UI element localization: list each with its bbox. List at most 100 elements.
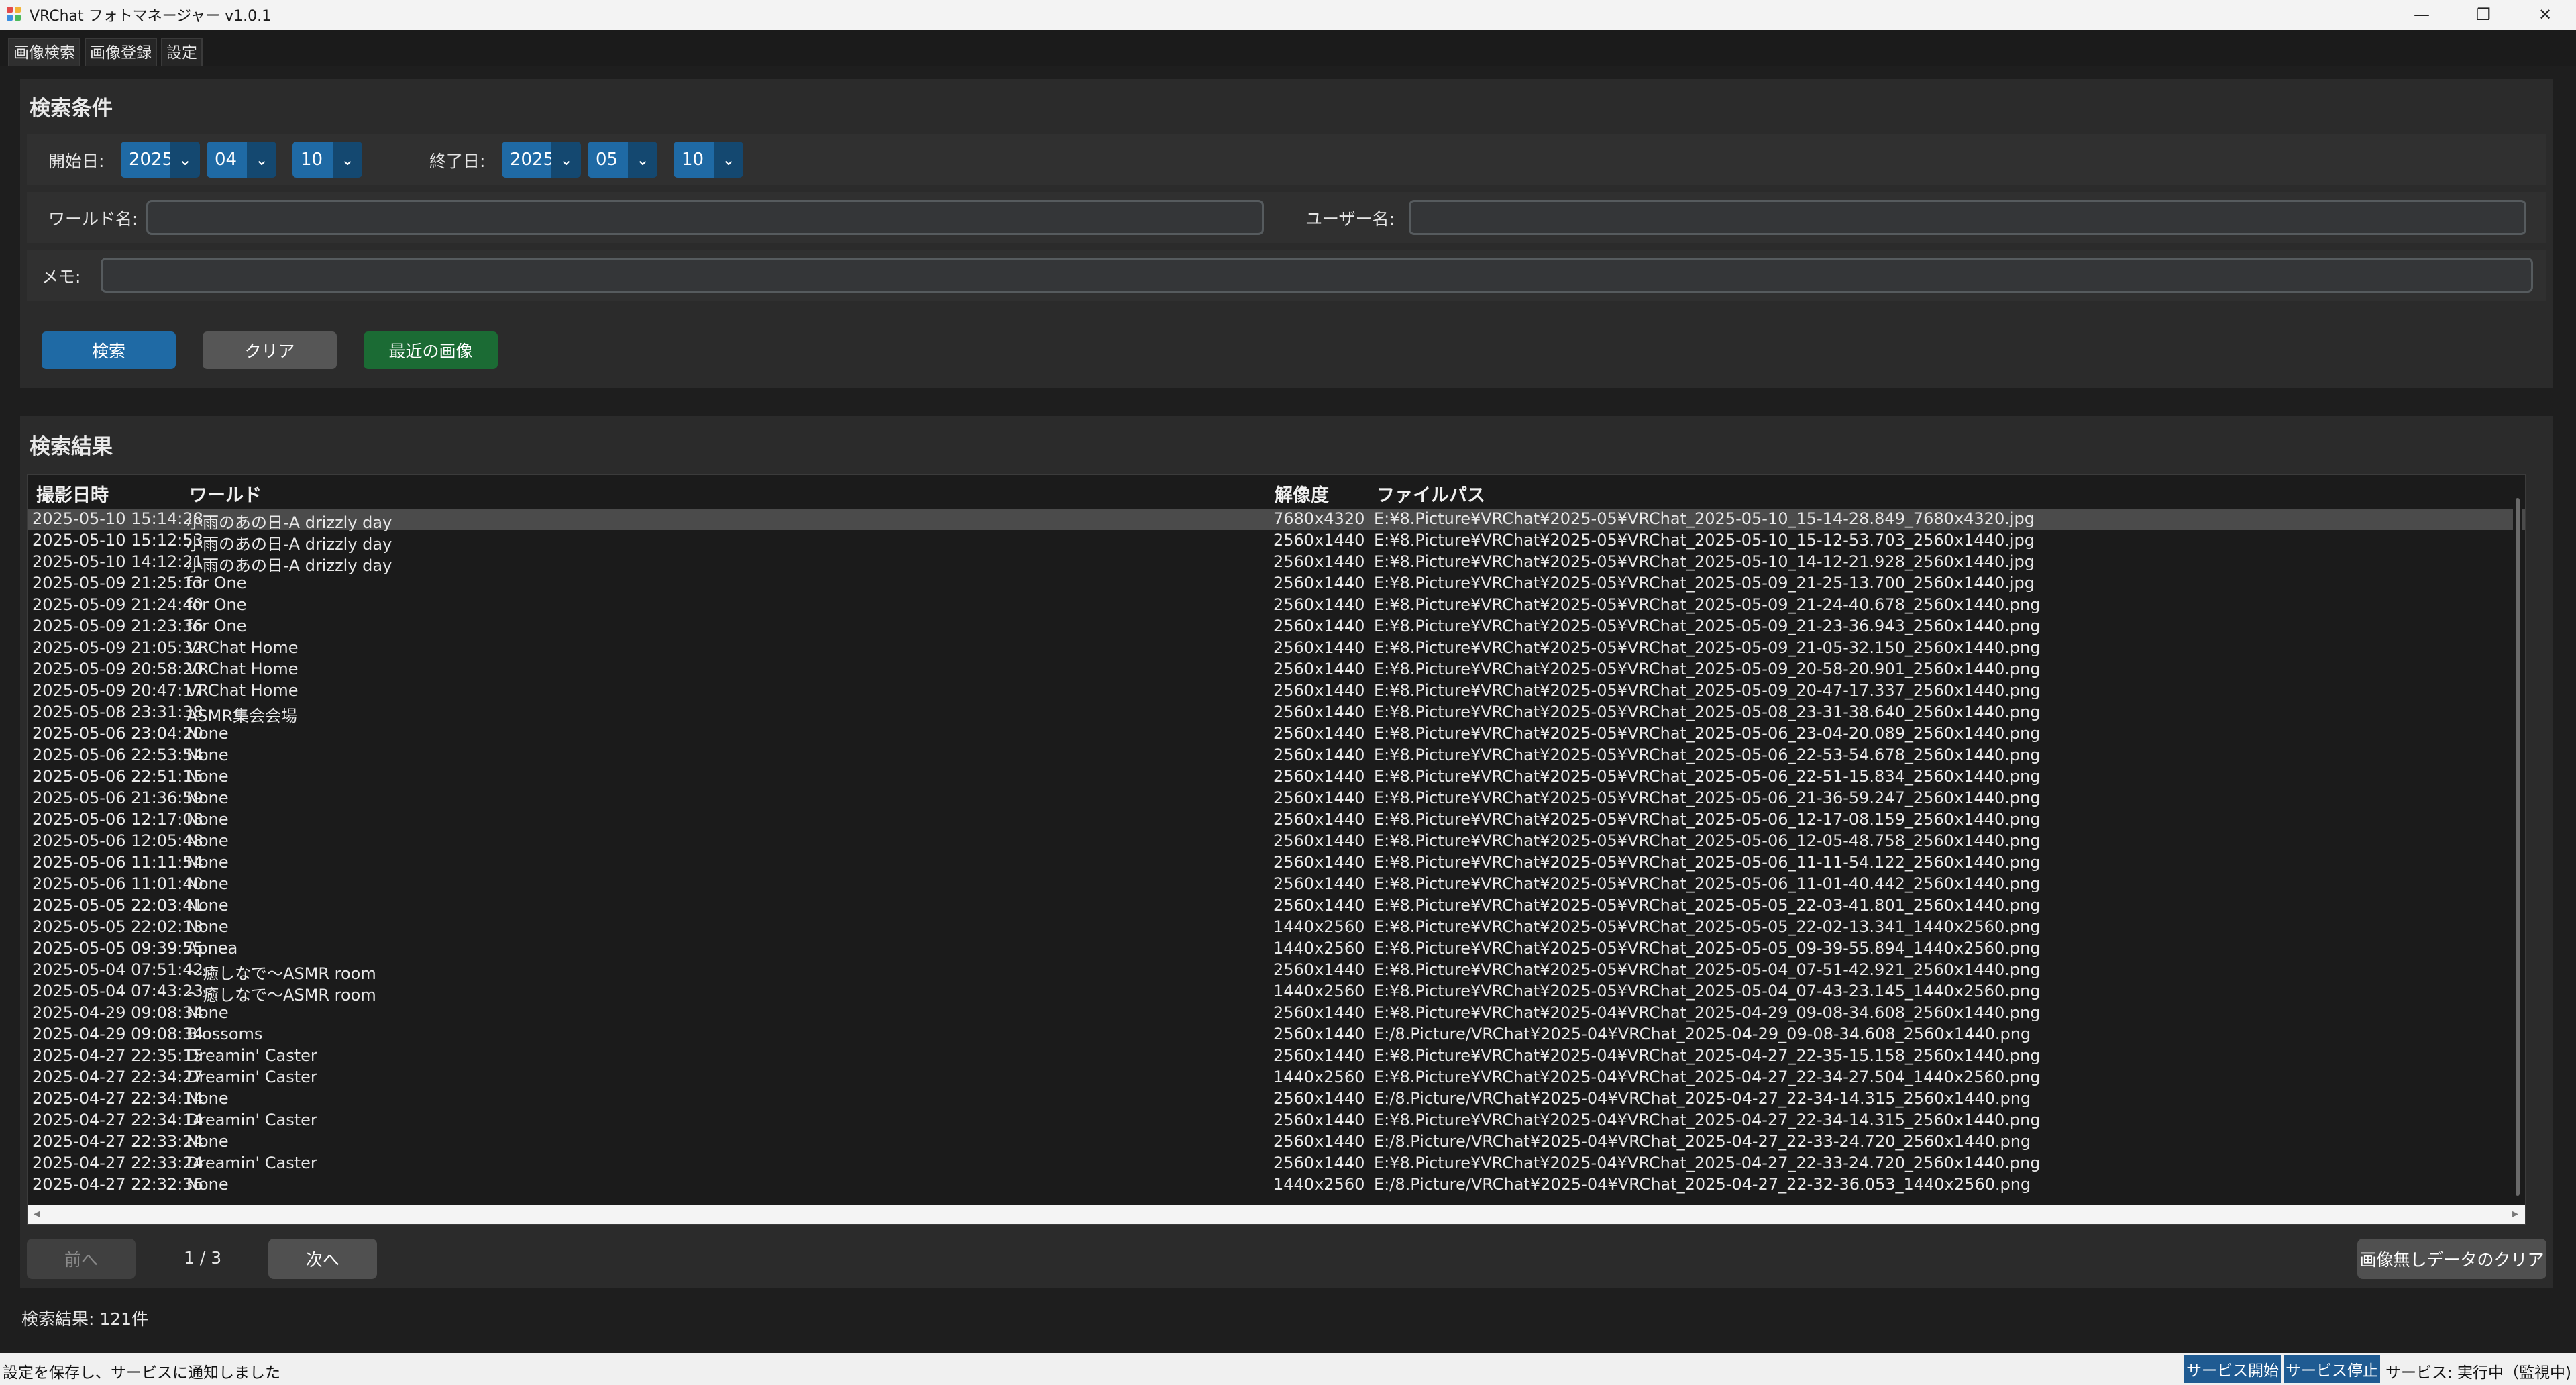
cell-resolution: 2560x1440 [1273,1153,1365,1172]
table-row[interactable]: 2025-05-06 11:11:54 None 2560x1440 E:¥8.Pic… [28,852,2525,874]
column-header-filepath[interactable]: ファイルパス [1377,480,1485,507]
recent-images-button[interactable]: 最近の画像 [364,331,498,369]
table-row[interactable]: 2025-05-10 14:12:21 小雨のあの日-A drizzly day 2… [28,552,2525,575]
table-row[interactable]: 2025-05-06 12:17:08 None 2560x1440 E:¥8.Pic… [28,809,2525,831]
end-month-select[interactable]: 05 ⌄ [588,142,657,178]
clear-missing-data-button[interactable]: 画像無しデータのクリア [2357,1239,2546,1279]
world-name-input[interactable] [146,200,1264,235]
close-icon[interactable]: ✕ [2514,0,2576,30]
cell-world: ～癒しなで～ASMR room [186,986,376,1005]
table-row[interactable]: 2025-05-06 11:01:40 None 2560x1440 E:¥8.Pic… [28,874,2525,895]
cell-resolution: 2560x1440 [1273,1111,1365,1129]
cell-date: 2025-05-09 20:58:20 [32,660,203,678]
table-row[interactable]: 2025-05-08 23:31:38 ASMR集会会場 2560x1440 E:¥8… [28,702,2525,725]
cell-resolution: 2560x1440 [1273,724,1365,743]
column-header-world[interactable]: ワールド [189,480,262,507]
cell-date: 2025-05-10 15:12:53 [32,531,203,550]
memo-row: メモ: [27,250,2546,301]
table-row[interactable]: 2025-05-09 21:25:13 for One 2560x1440 E:¥8.… [28,573,2525,595]
cell-resolution: 2560x1440 [1273,1003,1365,1022]
user-name-input[interactable] [1409,200,2526,235]
table-row[interactable]: 2025-04-27 22:34:14 None 2560x1440 E:/8.Pic… [28,1088,2525,1110]
clear-button[interactable]: クリア [203,331,337,369]
table-row[interactable]: 2025-05-06 22:53:54 None 2560x1440 E:¥8.Pic… [28,745,2525,766]
cell-date: 2025-04-27 22:34:14 [32,1089,203,1108]
table-row[interactable]: 2025-05-09 21:23:36 for One 2560x1440 E:¥8.… [28,616,2525,637]
table-row[interactable]: 2025-04-29 09:08:34 Blossoms 2560x1440 E:/8… [28,1024,2525,1045]
cell-filepath: E:¥8.Picture¥VRChat¥2025-05¥VRChat_2025-… [1374,896,2041,915]
cell-resolution: 2560x1440 [1273,853,1365,872]
search-button[interactable]: 検索 [42,331,176,369]
table-row[interactable]: 2025-04-27 22:34:27 Dreamin' Caster 1440x2… [28,1067,2525,1088]
table-row[interactable]: 2025-05-05 09:39:55 Apnea 1440x2560 E:¥8.Pi… [28,938,2525,960]
table-row[interactable]: 2025-05-04 07:51:42 ～癒しなで～ASMR room 2560x1… [28,960,2525,983]
cell-world: Dreamin' Caster [186,1111,317,1129]
cell-filepath: E:¥8.Picture¥VRChat¥2025-05¥VRChat_2025-… [1374,509,2035,528]
minimize-icon[interactable]: — [2391,0,2453,30]
scroll-thumb[interactable] [2516,498,2520,1196]
table-row[interactable]: 2025-04-27 22:32:36 None 1440x2560 E:/8.Pic… [28,1174,2525,1196]
tab-image-search[interactable]: 画像検索 [8,38,80,66]
vertical-scrollbar[interactable] [2513,498,2522,1196]
scroll-right-icon[interactable]: ▸ [2512,1207,2518,1221]
cell-resolution: 2560x1440 [1273,574,1365,593]
cell-filepath: E:¥8.Picture¥VRChat¥2025-05¥VRChat_2025-… [1374,617,2041,635]
memo-input[interactable] [101,258,2533,293]
chevron-down-icon: ⌄ [628,142,657,178]
start-year-select[interactable]: 2025 ⌄ [121,142,200,178]
cell-filepath: E:¥8.Picture¥VRChat¥2025-05¥VRChat_2025-… [1374,982,2041,1001]
cell-resolution: 1440x2560 [1273,1175,1365,1194]
table-row[interactable]: 2025-05-06 23:04:20 None 2560x1440 E:¥8.Pic… [28,723,2525,745]
cell-filepath: E:¥8.Picture¥VRChat¥2025-05¥VRChat_2025-… [1374,681,2041,700]
cell-filepath: E:¥8.Picture¥VRChat¥2025-04¥VRChat_2025-… [1374,1003,2041,1022]
cell-resolution: 7680x4320 [1273,509,1365,528]
table-row[interactable]: 2025-05-09 21:24:40 for One 2560x1440 E:¥8.… [28,595,2525,616]
cell-date: 2025-05-09 21:24:40 [32,595,203,614]
table-row[interactable]: 2025-04-27 22:33:24 None 2560x1440 E:/8.Pic… [28,1131,2525,1153]
date-row: 開始日: 2025 ⌄ 04 ⌄ 10 ⌄ 終了日: 2025 ⌄ 05 ⌄ 1… [27,134,2546,185]
table-row[interactable]: 2025-05-06 22:51:15 None 2560x1440 E:¥8.Pic… [28,766,2525,788]
table-row[interactable]: 2025-05-05 22:02:13 None 1440x2560 E:¥8.Pic… [28,917,2525,938]
table-row[interactable]: 2025-04-29 09:08:34 None 2560x1440 E:¥8.Pic… [28,1003,2525,1024]
cell-filepath: E:¥8.Picture¥VRChat¥2025-04¥VRChat_2025-… [1374,1068,2041,1086]
cell-filepath: E:/8.Picture/VRChat¥2025-04¥VRChat_2025-… [1374,1089,2031,1108]
column-header-date[interactable]: 撮影日時 [36,480,109,507]
table-row[interactable]: 2025-05-10 15:12:53 小雨のあの日-A drizzly day 2… [28,530,2525,554]
chevron-down-icon: ⌄ [714,142,743,178]
table-row[interactable]: 2025-04-27 22:33:24 Dreamin' Caster 2560x1… [28,1153,2525,1174]
cell-world: None [186,874,229,893]
table-row[interactable]: 2025-05-06 12:05:48 None 2560x1440 E:¥8.Pic… [28,831,2525,852]
cell-resolution: 1440x2560 [1273,1068,1365,1086]
start-month-select[interactable]: 04 ⌄ [207,142,276,178]
cell-resolution: 2560x1440 [1273,874,1365,893]
next-page-button[interactable]: 次へ [268,1239,377,1279]
horizontal-scrollbar[interactable]: ◂ ▸ [28,1205,2525,1224]
world-name-label: ワールド名: [48,209,138,229]
table-row[interactable]: 2025-04-27 22:34:14 Dreamin' Caster 2560x1… [28,1110,2525,1131]
table-row[interactable]: 2025-05-10 15:14:28 小雨のあの日-A drizzly day 7… [28,509,2525,532]
maximize-icon[interactable]: ❐ [2453,0,2514,30]
tab-settings[interactable]: 設定 [161,38,203,66]
table-row[interactable]: 2025-05-09 20:47:17 VRChat Home 2560x1440 E… [28,680,2525,702]
start-day-select[interactable]: 10 ⌄ [292,142,362,178]
end-day-select[interactable]: 10 ⌄ [674,142,743,178]
cell-filepath: E:¥8.Picture¥VRChat¥2025-05¥VRChat_2025-… [1374,660,2041,678]
cell-date: 2025-05-04 07:43:23 [32,982,203,1001]
cell-date: 2025-05-09 21:05:32 [32,638,203,657]
stop-service-button[interactable]: サービス停止 [2284,1355,2380,1383]
table-row[interactable]: 2025-05-06 21:36:59 None 2560x1440 E:¥8.Pic… [28,788,2525,809]
column-header-resolution[interactable]: 解像度 [1275,480,1329,507]
end-year-select[interactable]: 2025 ⌄ [502,142,581,178]
table-row[interactable]: 2025-05-04 07:43:23 ～癒しなで～ASMR room 1440x2… [28,981,2525,1005]
table-row[interactable]: 2025-05-09 20:58:20 VRChat Home 2560x1440 E… [28,659,2525,680]
table-row[interactable]: 2025-04-27 22:35:15 Dreamin' Caster 2560x1… [28,1045,2525,1067]
table-row[interactable]: 2025-05-09 21:05:32 VRChat Home 2560x1440 E… [28,637,2525,659]
start-service-button[interactable]: サービス開始 [2184,1355,2281,1383]
cell-resolution: 2560x1440 [1273,1089,1365,1108]
results-table: 撮影日時 ワールド 解像度 ファイルパス 2025-05-10 15:14:28… [27,474,2526,1225]
cell-date: 2025-04-27 22:33:24 [32,1153,203,1172]
prev-page-button[interactable]: 前へ [27,1239,136,1279]
tab-image-register[interactable]: 画像登録 [85,38,157,66]
table-row[interactable]: 2025-05-05 22:03:41 None 2560x1440 E:¥8.Pic… [28,895,2525,917]
scroll-left-icon[interactable]: ◂ [34,1207,40,1221]
